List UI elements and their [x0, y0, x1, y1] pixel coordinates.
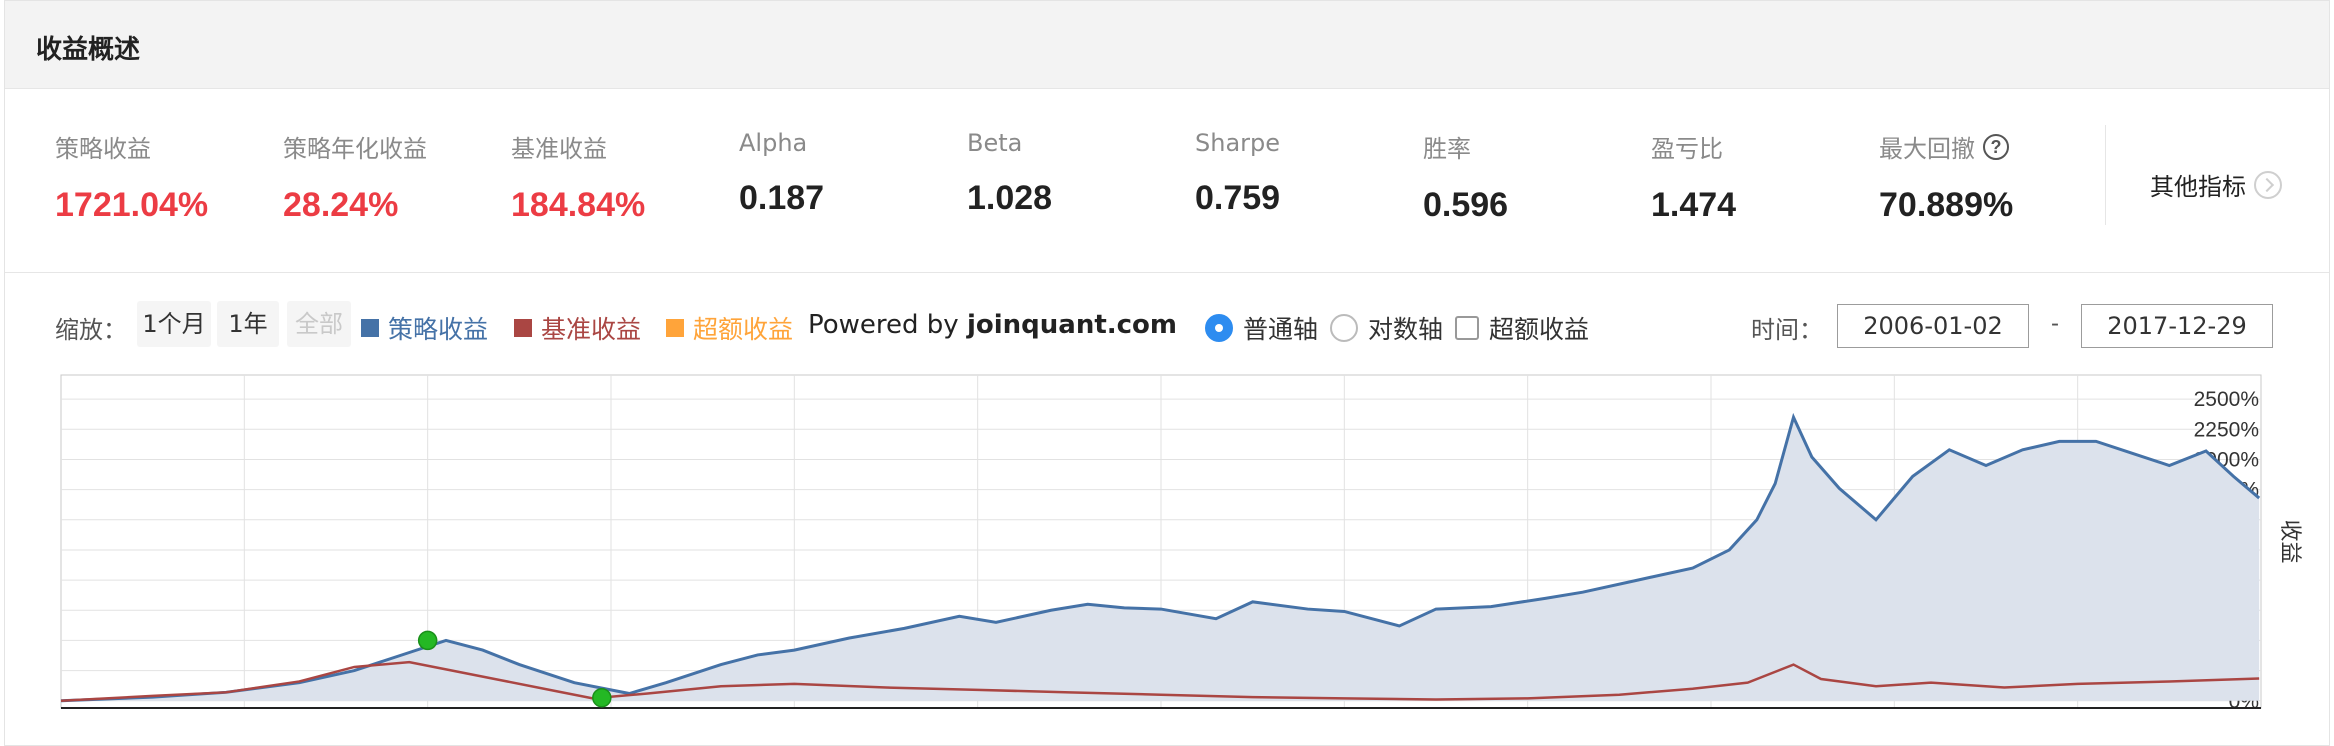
legend-label: 策略收益 — [388, 315, 489, 344]
axis-log-label: 对数轴 — [1368, 315, 1444, 344]
start-date-input[interactable] — [1837, 304, 2029, 348]
legend-swatch — [666, 319, 684, 337]
metric-alpha: Alpha 0.187 — [739, 129, 824, 218]
y-tick-label: 2250% — [2194, 418, 2259, 441]
question-circle-icon[interactable]: ? — [1983, 133, 2009, 160]
zoom-label: 缩放： — [55, 316, 127, 344]
metric-value: 184.84% — [511, 186, 646, 224]
metric-label: 最大回撤 ? — [1879, 129, 2013, 164]
metric-label: 盈亏比 — [1651, 135, 1723, 163]
axis-linear-radio[interactable]: 普通轴 — [1205, 310, 1318, 346]
time-label: 时间： — [1751, 316, 1823, 344]
checkbox-icon — [1455, 316, 1479, 340]
zoom-1-month-button[interactable]: 1个月 — [137, 301, 211, 347]
trade-marker[interactable] — [417, 630, 438, 651]
zoom-all-button[interactable]: 全部 — [287, 301, 351, 347]
metric-annualized-return: 策略年化收益 28.24% — [283, 129, 427, 225]
powered-prefix: Powered by — [808, 310, 959, 340]
metric-sharpe: Sharpe 0.759 — [1195, 129, 1280, 218]
metric-benchmark-return: 基准收益 184.84% — [511, 129, 645, 225]
metric-win-rate: 胜率 0.596 — [1423, 129, 1508, 225]
metrics-divider — [2105, 125, 2106, 225]
metric-max-drawdown: 最大回撤 ? 70.889% — [1879, 129, 2013, 225]
metric-label: 策略年化收益 — [283, 135, 427, 163]
metric-label: 基准收益 — [511, 135, 607, 163]
other-metrics-label: 其他指标 — [2150, 173, 2246, 201]
metric-label: 策略收益 — [55, 135, 151, 163]
end-date-input[interactable] — [2081, 304, 2273, 348]
legend-swatch — [361, 319, 379, 337]
metric-value: 70.889% — [1879, 186, 2014, 224]
metric-value: 0.596 — [1423, 186, 1509, 224]
axis-log-radio[interactable]: 对数轴 — [1330, 310, 1443, 346]
chart-toolbar: 缩放： 1个月 1年 全部 策略收益 基准收益 超额收益 Powered by … — [5, 301, 2329, 349]
legend-label: 超额收益 — [693, 315, 794, 344]
metric-label: Alpha — [739, 129, 808, 157]
legend-excess-return[interactable]: 超额收益 — [666, 310, 793, 346]
legend-label: 基准收益 — [541, 315, 642, 344]
other-metrics-link[interactable]: 其他指标 — [2150, 167, 2282, 202]
legend-benchmark-return[interactable]: 基准收益 — [514, 310, 641, 346]
metric-profit-loss-ratio: 盈亏比 1.474 — [1651, 129, 1736, 225]
powered-by-credit: Powered by joinquant.com — [808, 310, 1177, 340]
powered-brand: joinquant.com — [966, 310, 1178, 340]
zoom-1-year-button[interactable]: 1年 — [217, 301, 279, 347]
metric-value: 1.028 — [967, 179, 1053, 217]
chevron-right-icon — [2254, 170, 2282, 199]
excess-return-checkbox[interactable]: 超额收益 — [1455, 310, 1589, 346]
y-tick-label: 2500% — [2194, 388, 2259, 411]
panel-title: 收益概述 — [36, 35, 141, 65]
radio-unchecked-icon — [1330, 314, 1358, 342]
metric-value: 1.474 — [1651, 186, 1737, 224]
metric-value: 0.759 — [1195, 179, 1281, 217]
metric-value: 1721.04% — [55, 186, 209, 224]
metric-strategy-return: 策略收益 1721.04% — [55, 129, 208, 225]
returns-chart[interactable]: 0%250%500%750%1000%1250%1500%1750%2000%2… — [55, 371, 2305, 721]
legend-swatch — [514, 319, 532, 337]
metric-label: 胜率 — [1423, 135, 1471, 163]
axis-linear-label: 普通轴 — [1243, 315, 1319, 344]
metric-beta: Beta 1.028 — [967, 129, 1052, 218]
returns-overview-panel: 收益概述 策略收益 1721.04% 策略年化收益 28.24% 基准收益 18… — [4, 0, 2330, 746]
metric-value: 0.187 — [739, 179, 825, 217]
radio-checked-icon — [1205, 314, 1233, 342]
metric-label: Beta — [967, 129, 1023, 157]
date-separator: - — [2051, 310, 2059, 337]
metrics-row: 策略收益 1721.04% 策略年化收益 28.24% 基准收益 184.84%… — [5, 89, 2329, 273]
panel-header: 收益概述 — [5, 1, 2329, 89]
excess-return-checkbox-label: 超额收益 — [1489, 315, 1590, 344]
y-axis-label: 收益 — [2277, 519, 2302, 563]
metric-label-text: 最大回撤 — [1879, 135, 1975, 163]
legend-strategy-return[interactable]: 策略收益 — [361, 310, 488, 346]
trade-marker[interactable] — [592, 687, 612, 708]
metric-value: 28.24% — [283, 186, 399, 224]
metric-label: Sharpe — [1195, 129, 1281, 157]
